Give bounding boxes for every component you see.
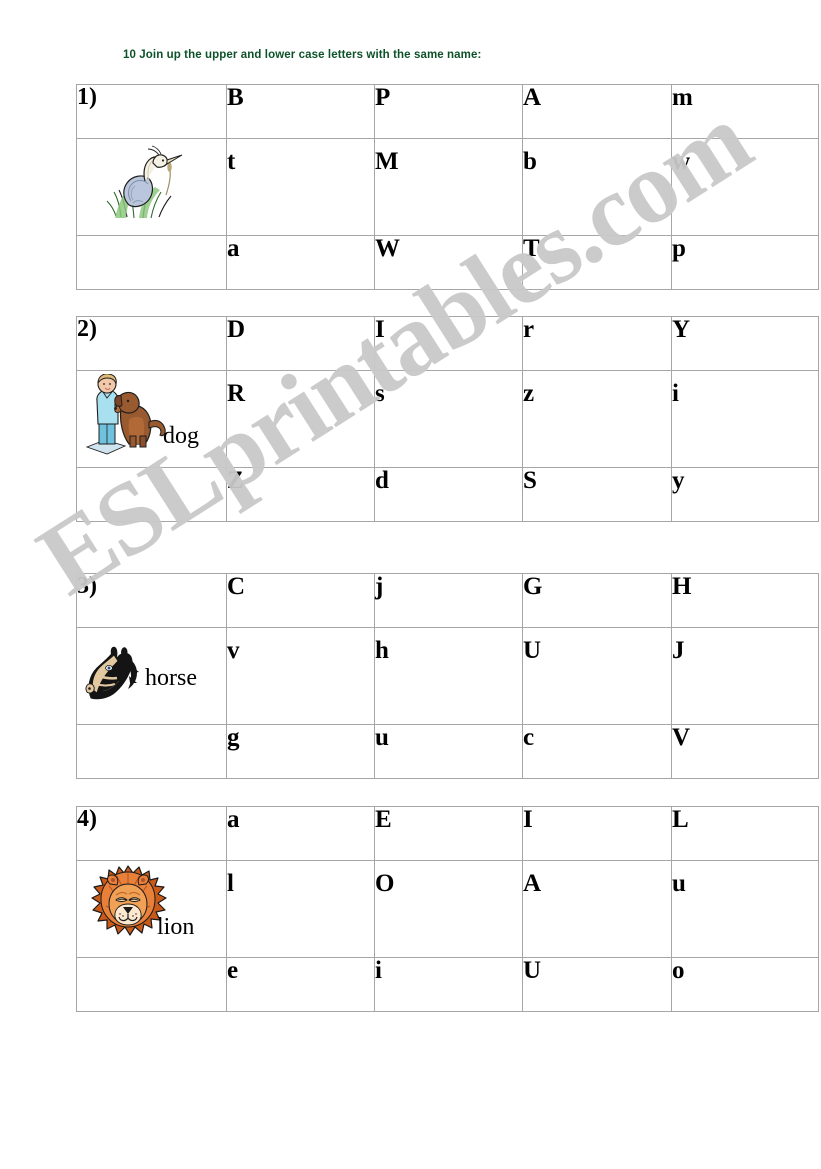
exercise-number: 4)	[76, 806, 227, 861]
exercise-number: 2)	[76, 316, 227, 371]
letter-cell: U	[522, 957, 672, 1012]
letter-cell: M	[374, 138, 523, 236]
letter-cell: Y	[671, 316, 819, 371]
letter-cell: A	[522, 84, 672, 139]
letter-cell: S	[522, 467, 672, 522]
picture-cell: horse	[76, 627, 227, 725]
letter-cell: H	[671, 573, 819, 628]
letter-cell: j	[374, 573, 523, 628]
letter-cell: A	[522, 860, 672, 958]
picture-word: dog	[163, 423, 199, 449]
letter-cell: D	[226, 316, 375, 371]
table-row: t M b w	[76, 138, 819, 236]
table-row: a W T p	[76, 235, 819, 290]
letter-cell: u	[671, 860, 819, 958]
exercise-table-3: 3) C j G H horse v h U J g u c V	[76, 573, 819, 779]
empty-cell	[76, 724, 227, 779]
letter-cell: m	[671, 84, 819, 139]
heron-bird-icon	[106, 145, 183, 219]
exercise-table-2: 2) D I r Y dog R s z i Z d S y	[76, 316, 819, 522]
letter-cell: l	[226, 860, 375, 958]
letter-cell: C	[226, 573, 375, 628]
table-row: 1) B P A m	[76, 84, 819, 139]
letter-cell: U	[522, 627, 672, 725]
letter-cell: a	[226, 235, 375, 290]
exercise-table-4: 4) a E I L lion l O A u e i U o	[76, 806, 819, 1012]
table-row: 4) a E I L	[76, 806, 819, 861]
picture-cell	[76, 138, 227, 236]
letter-cell: z	[522, 370, 672, 468]
table-row: g u c V	[76, 724, 819, 779]
letter-cell: I	[374, 316, 523, 371]
table-row: horse v h U J	[76, 627, 819, 725]
letter-cell: e	[226, 957, 375, 1012]
letter-cell: h	[374, 627, 523, 725]
letter-cell: P	[374, 84, 523, 139]
letter-cell: E	[374, 806, 523, 861]
picture-cell: dog	[76, 370, 227, 468]
letter-cell: g	[226, 724, 375, 779]
letter-cell: B	[226, 84, 375, 139]
letter-cell: v	[226, 627, 375, 725]
letter-cell: Z	[226, 467, 375, 522]
empty-cell	[76, 957, 227, 1012]
letter-cell: u	[374, 724, 523, 779]
letter-cell: L	[671, 806, 819, 861]
letter-cell: R	[226, 370, 375, 468]
letter-cell: I	[522, 806, 672, 861]
exercise-number: 3)	[76, 573, 227, 628]
table-row: Z d S y	[76, 467, 819, 522]
lion-head-icon	[91, 865, 167, 936]
letter-cell: i	[374, 957, 523, 1012]
picture-cell: lion	[76, 860, 227, 958]
letter-cell: d	[374, 467, 523, 522]
letter-cell: O	[374, 860, 523, 958]
child-with-dog-icon	[85, 374, 166, 455]
table-row: 3) C j G H	[76, 573, 819, 628]
table-row: 2) D I r Y	[76, 316, 819, 371]
letter-cell: a	[226, 806, 375, 861]
picture-word: horse	[145, 665, 197, 691]
table-row: dog R s z i	[76, 370, 819, 468]
table-row: lion l O A u	[76, 860, 819, 958]
letter-cell: i	[671, 370, 819, 468]
empty-cell	[76, 467, 227, 522]
letter-cell: s	[374, 370, 523, 468]
letter-cell: r	[522, 316, 672, 371]
letter-cell: y	[671, 467, 819, 522]
table-row: e i U o	[76, 957, 819, 1012]
letter-cell: V	[671, 724, 819, 779]
letter-cell: o	[671, 957, 819, 1012]
letter-cell: W	[374, 235, 523, 290]
page-title: 10 Join up the upper and lower case lett…	[123, 49, 482, 61]
empty-cell	[76, 235, 227, 290]
exercise-number: 1)	[76, 84, 227, 139]
letter-cell: c	[522, 724, 672, 779]
letter-cell: t	[226, 138, 375, 236]
letter-cell: b	[522, 138, 672, 236]
letter-cell: T	[522, 235, 672, 290]
letter-cell: G	[522, 573, 672, 628]
exercise-table-1: 1) B P A m t M b w a W T p	[76, 84, 819, 290]
letter-cell: p	[671, 235, 819, 290]
letter-cell: J	[671, 627, 819, 725]
letter-cell: w	[671, 138, 819, 236]
picture-word: lion	[157, 914, 195, 940]
